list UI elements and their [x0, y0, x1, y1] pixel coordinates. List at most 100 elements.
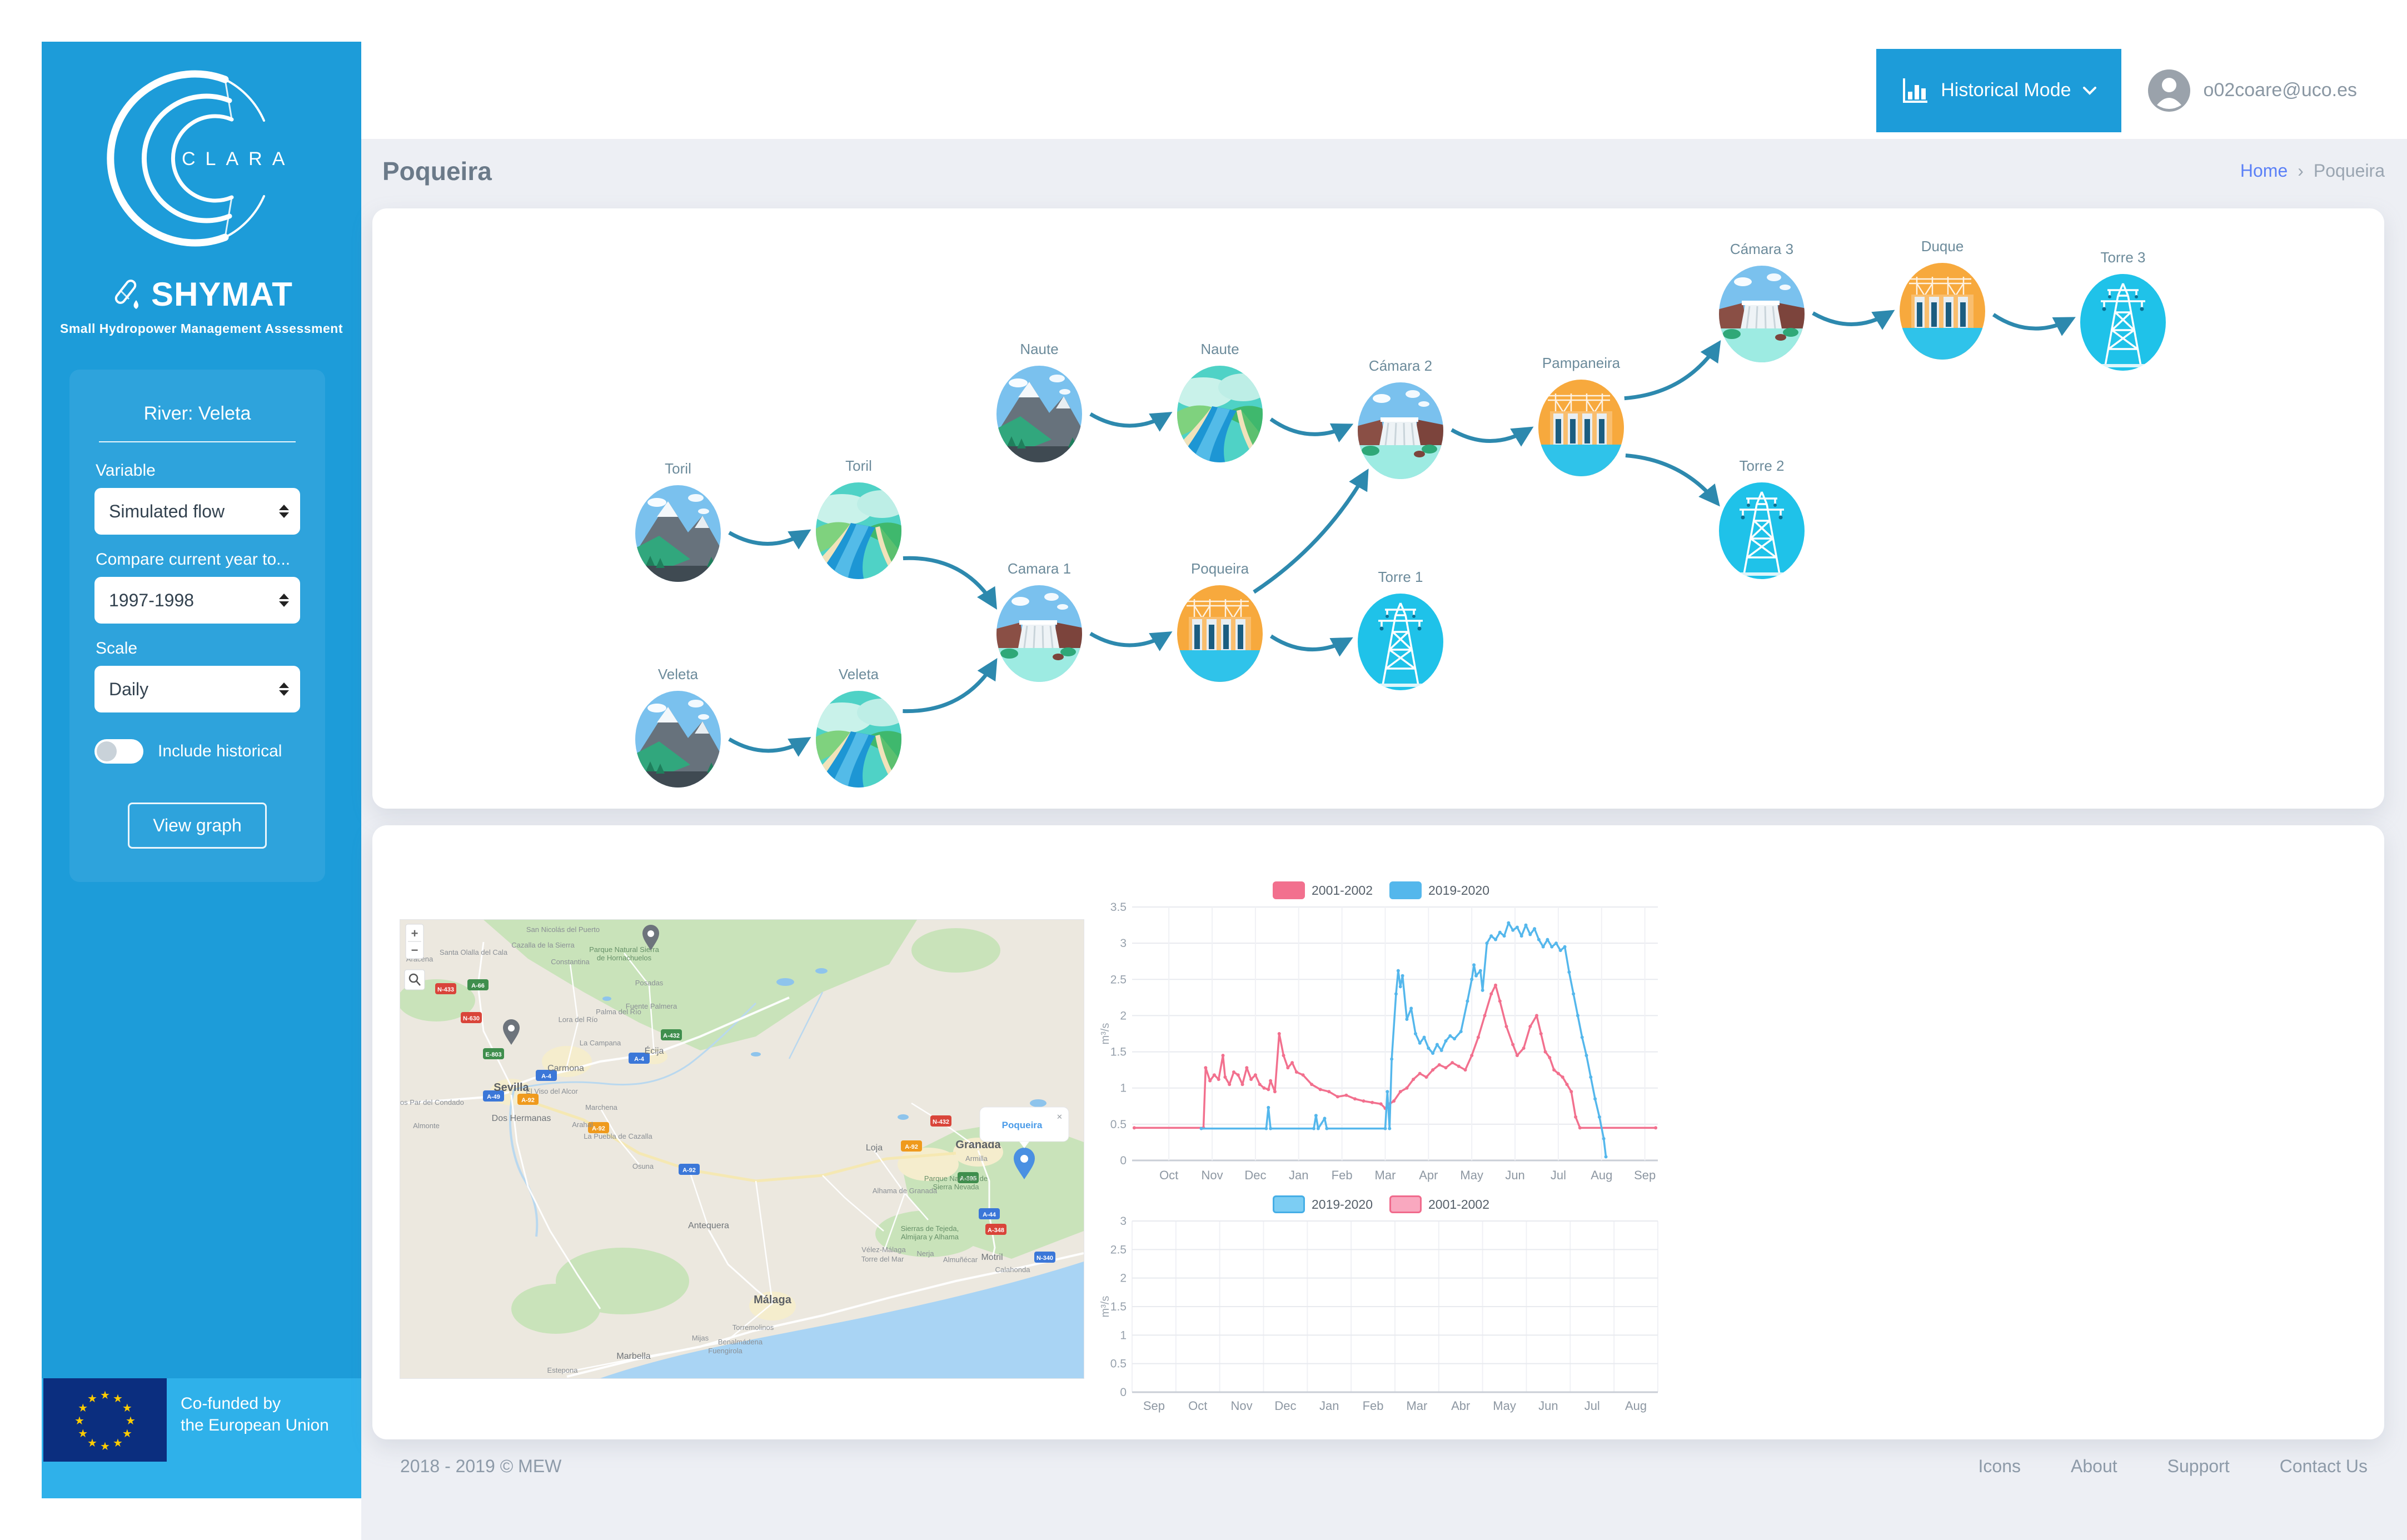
map-zoom-controls: +− — [406, 924, 423, 959]
user-menu[interactable]: o02coare@uco.es — [2147, 68, 2357, 113]
footer-link-about[interactable]: About — [2071, 1456, 2117, 1477]
compare-select[interactable]: 1997-1998 — [94, 577, 300, 624]
map-label: Carmona — [547, 1064, 584, 1073]
svg-text:A-66: A-66 — [471, 983, 485, 989]
panel-divider — [99, 441, 296, 442]
node-toril-river[interactable]: Toril — [811, 457, 907, 581]
eu-text: Co-funded by the European Union — [181, 1393, 329, 1436]
flow-arrow — [1624, 343, 1718, 398]
node-label: Veleta — [839, 666, 879, 682]
legend-item: 2001-2002 — [1273, 881, 1373, 899]
svg-text:2: 2 — [1120, 1009, 1127, 1022]
svg-text:0: 0 — [1120, 1154, 1127, 1167]
energy-box-chart — [1681, 1167, 2376, 1439]
map-label: Marchena — [585, 1103, 618, 1112]
chart-legend: 2019-2020 2001-2002 — [1098, 1192, 1665, 1217]
svg-text:A-92: A-92 — [592, 1125, 605, 1132]
node-naute-src[interactable]: Naute — [995, 341, 1084, 464]
breadcrumb-separator: › — [2298, 161, 2304, 181]
map-label: Sevilla — [494, 1082, 529, 1094]
road-badge: A-92 — [679, 1164, 700, 1175]
svg-text:N-433: N-433 — [437, 986, 454, 993]
variable-value: Simulated flow — [109, 501, 225, 522]
flow-arrow — [903, 558, 995, 606]
include-historical-toggle[interactable] — [94, 739, 143, 764]
historical-mode-button[interactable]: Historical Mode — [1876, 49, 2121, 132]
map-search-button[interactable] — [405, 970, 425, 990]
node-label: Veleta — [658, 666, 699, 682]
svg-text:May: May — [1493, 1399, 1516, 1413]
node-toril-src[interactable]: Toril — [634, 460, 722, 584]
svg-text:Jun: Jun — [1538, 1399, 1558, 1413]
map-label: Parque Nacional de — [924, 1174, 988, 1183]
include-historical-label: Include historical — [158, 742, 282, 761]
map-label: Almuñécar — [943, 1255, 978, 1264]
river-flow-diagram: Toril Toril Veleta Veleta Naute Naute Camara 1… — [372, 208, 2384, 809]
variable-label: Variable — [96, 461, 299, 480]
footer-link-icons[interactable]: Icons — [1979, 1456, 2021, 1477]
legend-item: 2019-2020 — [1273, 1195, 1373, 1213]
svg-text:3: 3 — [1120, 937, 1127, 950]
zoom-out-button[interactable]: − — [411, 943, 418, 957]
node-torre2[interactable]: Torre 2 — [1717, 457, 1806, 581]
node-torre3[interactable]: Torre 3 — [2079, 249, 2167, 372]
select-caret-icon — [279, 682, 289, 696]
clara-logo-text: CLARA — [182, 148, 295, 170]
svg-text:m³/s: m³/s — [1099, 1296, 1112, 1318]
footer-links: Icons About Support Contact Us — [1979, 1456, 2384, 1477]
svg-text:N-630: N-630 — [463, 1015, 480, 1022]
svg-text:0.5: 0.5 — [1110, 1358, 1127, 1370]
node-camara2[interactable]: Cámara 2 — [1356, 357, 1445, 481]
view-graph-button[interactable]: View graph — [128, 803, 267, 849]
svg-text:★: ★ — [87, 1393, 97, 1405]
scale-select[interactable]: Daily — [94, 666, 300, 712]
node-naute-river[interactable]: Naute — [1173, 341, 1268, 464]
svg-text:Sep: Sep — [1143, 1399, 1165, 1413]
plant-icon — [1175, 584, 1264, 684]
svg-text:1.5: 1.5 — [1110, 1300, 1127, 1313]
node-veleta-src[interactable]: Veleta — [634, 666, 722, 789]
flow-arrow — [1813, 312, 1891, 325]
map-label: Bollullos Par del Condado — [400, 1098, 464, 1107]
user-email: o02coare@uco.es — [2204, 79, 2357, 101]
popup-close-icon[interactable]: ✕ — [1057, 1113, 1063, 1121]
footer-link-support[interactable]: Support — [2167, 1456, 2230, 1477]
node-label: Torre 2 — [1740, 457, 1785, 474]
node-camara3[interactable]: Cámara 3 — [1717, 241, 1806, 364]
svg-text:Apr: Apr — [1419, 1168, 1438, 1182]
road-badge: A-348 — [985, 1224, 1006, 1235]
legend-item: 2001-2002 — [1389, 1195, 1489, 1213]
scale-label: Scale — [96, 639, 299, 658]
node-poqueira[interactable]: Poqueira — [1175, 560, 1264, 684]
svg-text:A-4: A-4 — [634, 1056, 645, 1063]
svg-text:Jan: Jan — [1319, 1399, 1339, 1413]
svg-text:Jul: Jul — [1551, 1168, 1566, 1182]
node-label: Cámara 2 — [1369, 357, 1432, 374]
node-veleta-river[interactable]: Veleta — [811, 666, 907, 789]
map-label: Fuente Palmera — [626, 1002, 677, 1010]
variable-select[interactable]: Simulated flow — [94, 488, 300, 535]
breadcrumb-home[interactable]: Home — [2240, 161, 2288, 181]
map-label: La Puebla de Cazalla — [584, 1132, 652, 1140]
legend-swatch — [1389, 1195, 1422, 1213]
footer-link-contact[interactable]: Contact Us — [2280, 1456, 2368, 1477]
page-title: Poqueira — [382, 156, 492, 186]
flow-arrow — [1626, 455, 1717, 503]
zoom-in-button[interactable]: + — [411, 926, 418, 940]
footer: 2018 - 2019 © MEW Icons About Support Co… — [372, 1456, 2384, 1477]
node-camara1[interactable]: Camara 1 — [995, 560, 1084, 684]
map-label: Arahal — [572, 1120, 593, 1129]
svg-text:Jul: Jul — [1584, 1399, 1600, 1413]
svg-text:0.5: 0.5 — [1110, 1118, 1127, 1131]
map-canvas[interactable]: N-433A-66N-630E-803A-49A-92A-4A-92A-432A… — [400, 920, 1084, 1378]
svg-text:Abr: Abr — [1451, 1399, 1470, 1413]
node-torre1[interactable]: Torre 1 — [1356, 569, 1445, 692]
map-label: Torremolinos — [732, 1323, 774, 1332]
clara-logo: CLARA — [42, 42, 361, 275]
svg-text:Jan: Jan — [1289, 1168, 1308, 1182]
node-pampaneira[interactable]: Pampaneira — [1537, 355, 1626, 478]
map-label: Santa Olalla del Cala — [440, 948, 508, 956]
svg-text:A-348: A-348 — [988, 1227, 1004, 1234]
historical-mode-label: Historical Mode — [1941, 79, 2071, 101]
node-duque[interactable]: Duque — [1898, 238, 1987, 361]
